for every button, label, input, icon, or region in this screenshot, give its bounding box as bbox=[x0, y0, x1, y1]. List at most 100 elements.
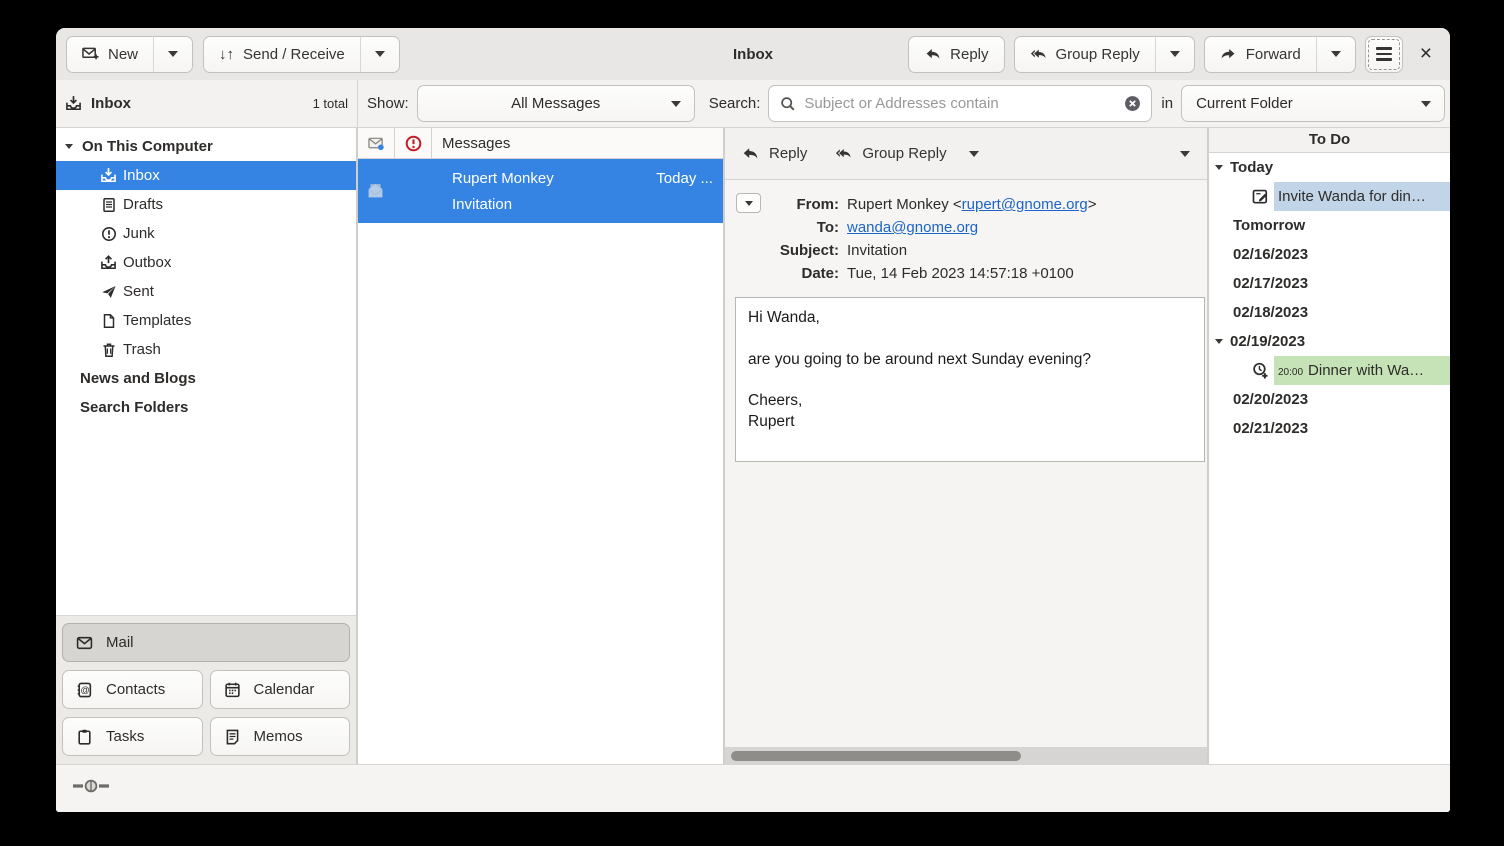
preview-group-reply-dropdown[interactable] bbox=[969, 151, 979, 157]
forward-split-button: Forward bbox=[1204, 36, 1356, 73]
forward-dropdown-button[interactable] bbox=[1316, 36, 1356, 73]
message-list-header: Messages bbox=[358, 128, 723, 159]
date-label: Date: bbox=[769, 262, 847, 285]
reply-icon bbox=[924, 46, 941, 63]
clear-search-icon[interactable] bbox=[1124, 95, 1141, 112]
todo-date-row[interactable]: 02/17/2023 bbox=[1209, 269, 1450, 298]
send-receive-dropdown-button[interactable] bbox=[360, 36, 400, 73]
show-filter-dropdown[interactable]: All Messages bbox=[417, 85, 695, 122]
preview-reply-button[interactable]: Reply bbox=[742, 145, 807, 162]
chevron-down-icon bbox=[1170, 51, 1180, 57]
search-scope-value: Current Folder bbox=[1196, 95, 1293, 112]
todo-date-row-expanded[interactable]: 02/19/2023 bbox=[1209, 327, 1450, 356]
sidebar-item-inbox[interactable]: Inbox bbox=[56, 161, 356, 190]
toolbar-right-group: Reply Group Reply bbox=[908, 36, 1440, 73]
todo-event-time: 20:00 bbox=[1278, 367, 1303, 378]
reply-button[interactable]: Reply bbox=[908, 36, 1004, 73]
templates-icon bbox=[100, 312, 117, 329]
tasks-icon bbox=[76, 728, 93, 745]
from-value: Rupert Monkey <rupert@gnome.org> bbox=[847, 193, 1097, 216]
search-input[interactable] bbox=[804, 95, 1116, 112]
switcher-calendar-button[interactable]: Calendar bbox=[210, 670, 351, 709]
new-button[interactable]: New bbox=[66, 36, 154, 73]
expander-open-icon[interactable] bbox=[65, 144, 73, 149]
group-reply-icon bbox=[1030, 46, 1047, 63]
read-status-column-header[interactable] bbox=[358, 128, 395, 158]
todo-task-item[interactable]: Invite Wanda for din… bbox=[1209, 182, 1450, 211]
sidebar-item-news-and-blogs[interactable]: News and Blogs bbox=[56, 364, 356, 393]
calendar-icon bbox=[224, 681, 241, 698]
todo-task-icon bbox=[1251, 188, 1269, 206]
to-email-link[interactable]: wanda@gnome.org bbox=[847, 219, 978, 236]
subject-value: Invitation bbox=[847, 239, 907, 262]
menu-button[interactable] bbox=[1365, 36, 1403, 73]
horizontal-scrollbar[interactable] bbox=[725, 747, 1207, 764]
switcher-tasks-button[interactable]: Tasks bbox=[62, 717, 203, 756]
message-sender: Rupert Monkey bbox=[452, 170, 554, 187]
folder-tree: On This Computer Inbox Drafts bbox=[56, 128, 356, 615]
sidebar-item-junk[interactable]: Junk bbox=[56, 219, 356, 248]
sidebar-item-search-folders[interactable]: Search Folders bbox=[56, 393, 356, 422]
messages-column-header[interactable]: Messages bbox=[432, 128, 723, 158]
desktop-background: New ↓↑ Send / Receive Inbox bbox=[0, 0, 1504, 846]
sidebar-item-drafts[interactable]: Drafts bbox=[56, 190, 356, 219]
new-button-label: New bbox=[108, 46, 138, 63]
message-list-pane: Messages Rupert Monkey Today ... Invitat… bbox=[358, 128, 725, 764]
todo-group-today[interactable]: Today bbox=[1209, 153, 1450, 182]
chevron-down-icon bbox=[375, 51, 385, 57]
folder-root-on-this-computer[interactable]: On This Computer bbox=[56, 132, 356, 161]
todo-date-row[interactable]: 02/16/2023 bbox=[1209, 240, 1450, 269]
group-reply-dropdown-button[interactable] bbox=[1155, 36, 1195, 73]
preview-group-reply-button[interactable]: Group Reply bbox=[835, 145, 946, 162]
folder-summary: Inbox 1 total bbox=[56, 80, 358, 127]
evolution-window: New ↓↑ Send / Receive Inbox bbox=[56, 28, 1450, 812]
folder-sidebar: On This Computer Inbox Drafts bbox=[56, 128, 358, 764]
todo-date-row[interactable]: 02/21/2023 bbox=[1209, 414, 1450, 443]
date-value: Tue, 14 Feb 2023 14:57:18 +0100 bbox=[847, 262, 1074, 285]
sent-icon bbox=[100, 283, 117, 300]
to-value: wanda@gnome.org bbox=[847, 216, 978, 239]
reply-button-label: Reply bbox=[950, 46, 988, 63]
expander-open-icon[interactable] bbox=[1215, 339, 1223, 344]
todo-group-tomorrow[interactable]: Tomorrow bbox=[1209, 211, 1450, 240]
expander-open-icon[interactable] bbox=[1215, 165, 1223, 170]
preview-more-actions-dropdown[interactable] bbox=[1180, 151, 1190, 157]
new-dropdown-button[interactable] bbox=[153, 36, 193, 73]
importance-column-header[interactable] bbox=[395, 128, 432, 158]
todo-event-icon bbox=[1251, 362, 1269, 380]
sidebar-item-trash[interactable]: Trash bbox=[56, 335, 356, 364]
todo-date-row[interactable]: 02/18/2023 bbox=[1209, 298, 1450, 327]
todo-event-label: Dinner with Wa… bbox=[1308, 362, 1424, 379]
current-folder-label: Inbox bbox=[91, 95, 131, 112]
todo-date-row[interactable]: 02/20/2023 bbox=[1209, 385, 1450, 414]
send-receive-button[interactable]: ↓↑ Send / Receive bbox=[203, 36, 361, 73]
message-row-selected[interactable]: Rupert Monkey Today ... Invitation bbox=[358, 159, 723, 223]
online-status-icon[interactable] bbox=[72, 778, 110, 799]
search-scope-dropdown[interactable]: Current Folder bbox=[1181, 85, 1445, 122]
todo-task-label: Invite Wanda for din… bbox=[1278, 188, 1426, 205]
sidebar-item-templates[interactable]: Templates bbox=[56, 306, 356, 335]
todo-event-item[interactable]: 20:00 Dinner with Wa… bbox=[1209, 356, 1450, 385]
scrollbar-thumb[interactable] bbox=[731, 751, 1021, 761]
forward-icon bbox=[1220, 46, 1237, 63]
view-switcher: Mail @ Contacts Calendar bbox=[56, 615, 356, 764]
from-label: From: bbox=[769, 193, 847, 216]
sidebar-item-sent[interactable]: Sent bbox=[56, 277, 356, 306]
group-reply-button[interactable]: Group Reply bbox=[1014, 36, 1156, 73]
sidebar-item-outbox[interactable]: Outbox bbox=[56, 248, 356, 277]
collapse-headers-button[interactable] bbox=[736, 193, 761, 213]
junk-icon bbox=[100, 225, 117, 242]
from-email-link[interactable]: rupert@gnome.org bbox=[962, 196, 1088, 213]
message-headers: From: Rupert Monkey <rupert@gnome.org> T… bbox=[725, 180, 1207, 296]
switcher-contacts-button[interactable]: @ Contacts bbox=[62, 670, 203, 709]
forward-button[interactable]: Forward bbox=[1204, 36, 1317, 73]
message-date: Today ... bbox=[656, 170, 713, 187]
close-button[interactable]: × bbox=[1412, 36, 1440, 73]
mail-icon bbox=[76, 634, 93, 651]
show-label: Show: bbox=[367, 95, 409, 112]
show-filter-value: All Messages bbox=[432, 95, 680, 112]
reply-icon bbox=[742, 145, 759, 162]
switcher-mail-button[interactable]: Mail bbox=[62, 623, 350, 662]
switcher-memos-button[interactable]: Memos bbox=[210, 717, 351, 756]
inbox-icon bbox=[100, 167, 117, 184]
